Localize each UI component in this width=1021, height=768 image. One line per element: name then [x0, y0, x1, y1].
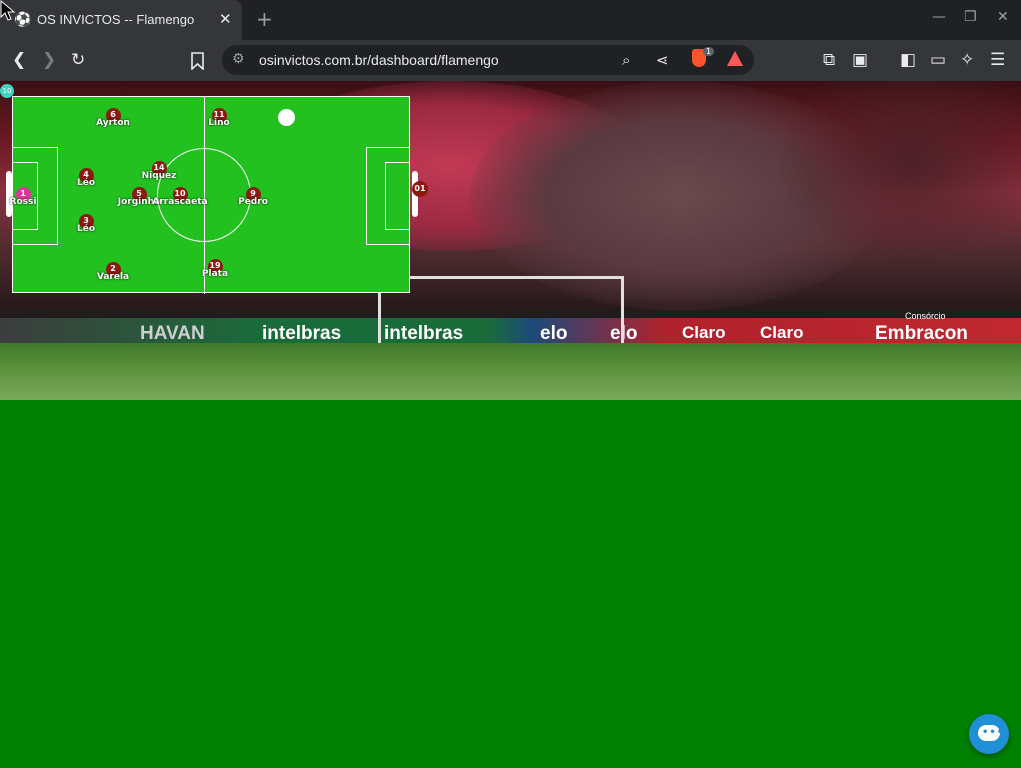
player-name: Pedro: [238, 197, 268, 207]
extensions-icon[interactable]: ⧉: [823, 51, 835, 69]
reload-icon[interactable]: ↻: [71, 51, 85, 69]
new-tab-icon[interactable]: +: [256, 7, 273, 31]
player-leo-4[interactable]: 4 Léo: [56, 168, 116, 188]
player-name: Rossi: [9, 197, 37, 207]
back-icon[interactable]: ❮: [12, 51, 26, 69]
brave-rewards-icon[interactable]: [727, 51, 743, 66]
player-ayrton[interactable]: 6 Ayrton: [83, 108, 143, 128]
menu-icon[interactable]: ☰: [990, 51, 1005, 69]
mouse-cursor-icon: [0, 0, 16, 21]
player-name: Plata: [201, 269, 229, 279]
ad-havan: HAVAN: [140, 323, 205, 344]
goal-frame: [378, 276, 624, 349]
tab-bar: ⚽ OS INVICTOS -- Flamengo ✕ + — ❐ ✕: [0, 0, 1021, 40]
forward-icon[interactable]: ❯: [42, 51, 56, 69]
player-name: Léo: [76, 178, 96, 188]
player-name: Niquez: [141, 171, 177, 181]
player-name: Varela: [96, 272, 130, 282]
address-bar[interactable]: ⚙ osinvictos.com.br/dashboard/flamengo ⌕…: [222, 45, 754, 75]
player-name: Ayrton: [96, 118, 130, 128]
site-info-icon[interactable]: ⚙: [232, 51, 245, 67]
player-arrascaeta[interactable]: 10 Arrascaeta: [150, 187, 210, 207]
close-tab-icon[interactable]: ✕: [219, 10, 232, 28]
corner-badge: 10: [0, 84, 14, 98]
ad-embracon: Embracon: [875, 323, 968, 344]
ad-intelbras-1: intelbras: [262, 323, 342, 344]
stadium-grass: [0, 343, 1021, 400]
player-varela[interactable]: 2 Varela: [83, 262, 143, 282]
chat-bubble-icon: •••: [978, 725, 1003, 741]
tab-flamengo[interactable]: ⚽ OS INVICTOS -- Flamengo ✕: [0, 0, 242, 40]
soccer-ball-icon: ⚽: [14, 12, 32, 28]
ad-claro-2: Claro: [760, 323, 804, 342]
url-text[interactable]: osinvictos.com.br/dashboard/flamengo: [259, 52, 499, 68]
player-name: Arrascaeta: [152, 197, 208, 207]
minimize-icon[interactable]: —: [932, 9, 946, 25]
restore-icon[interactable]: ❐: [964, 9, 977, 25]
right-goal-area: [385, 162, 410, 230]
leo-search-icon[interactable]: ▣: [852, 51, 868, 69]
player-name: Lino: [208, 118, 230, 128]
leo-ai-icon[interactable]: ✧: [960, 51, 974, 69]
close-window-icon[interactable]: ✕: [997, 9, 1009, 25]
player-pedro[interactable]: 9 Pedro: [223, 187, 283, 207]
player-rossi[interactable]: 1 Rossi: [0, 187, 53, 207]
minute-badge: 01: [412, 181, 428, 197]
browser-toolbar: ❮ ❯ ↻ ⚙ osinvictos.com.br/dashboard/flam…: [0, 40, 1021, 81]
chat-dots: •••: [982, 727, 1005, 738]
player-name: Léo: [76, 224, 96, 234]
shields-count-badge: 1: [703, 47, 715, 56]
player-lino[interactable]: 11 Lino: [189, 108, 249, 128]
wallet-icon[interactable]: ▭: [930, 51, 946, 69]
player-plata[interactable]: 19 Plata: [185, 259, 245, 279]
player-niquez[interactable]: 14 Niquez: [129, 161, 189, 181]
tab-title: OS INVICTOS -- Flamengo: [37, 12, 195, 27]
chat-button[interactable]: •••: [969, 714, 1009, 754]
ad-claro-1: Claro: [682, 323, 726, 342]
ad-consorcio: Consórcio: [905, 311, 946, 321]
bookmark-icon[interactable]: [191, 52, 204, 70]
sidebar-icon[interactable]: ◧: [900, 51, 916, 69]
ball-icon[interactable]: [278, 109, 295, 126]
share-icon[interactable]: ⋖: [656, 51, 669, 69]
zoom-icon[interactable]: ⌕: [622, 51, 630, 69]
player-leo-3[interactable]: 3 Léo: [56, 214, 116, 234]
